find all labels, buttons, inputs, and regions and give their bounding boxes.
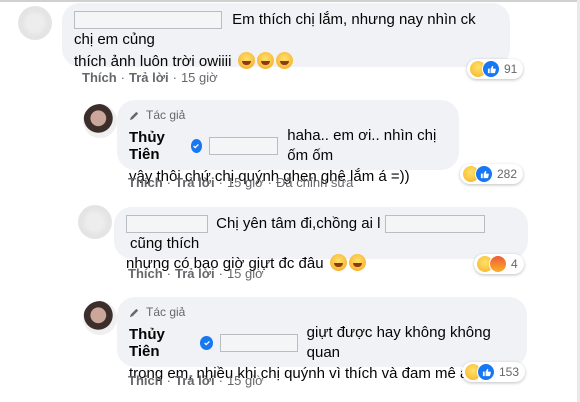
like-icon [475,165,493,183]
reply-actions: Thích · Trả lời · 15 giờ [128,373,264,388]
like-button[interactable]: Thích [128,175,163,190]
like-button[interactable]: Thích [82,70,117,85]
reply-button[interactable]: Trả lời [175,373,215,388]
reaction-summary[interactable]: 282 [460,164,524,184]
pen-icon [129,111,139,120]
redacted-mention [220,334,298,352]
timestamp[interactable]: 15 giờ [227,266,264,281]
grinning-emoji-icon [275,52,293,69]
reaction-count: 91 [504,62,518,76]
reaction-count: 282 [497,167,518,181]
comment-bubble: Em thích chị lắm, nhưng nay nhìn ck chị … [62,3,510,70]
reply-bubble: Chị yên tâm đi,chồng ai l cũng thích như… [114,207,528,272]
like-icon [482,60,500,78]
pen-icon [129,308,139,317]
comment-actions: Thích · Trả lời · 15 giờ [82,70,218,85]
author-avatar[interactable] [83,104,117,138]
verified-badge-icon [200,336,214,350]
timestamp[interactable]: 15 giờ [227,175,264,190]
like-button[interactable]: Thích [128,373,163,388]
reaction-summary[interactable]: 153 [462,362,526,382]
grinning-emoji-icon [237,52,255,69]
reply-bubble: Tác giả Thủy Tiên giựt được hay không kh… [117,297,527,382]
like-icon [477,363,495,381]
rolling-laugh-emoji-icon [329,254,347,271]
author-name[interactable]: Thủy Tiên [129,129,186,163]
verified-badge-icon [190,139,202,153]
redacted-name [126,215,208,234]
timestamp[interactable]: 15 giờ [227,373,264,388]
reaction-summary[interactable]: 4 [474,254,524,274]
angry-icon [489,255,507,273]
reply-text: Chị yên tâm đi,chồng ai l [216,215,381,232]
reply-button[interactable]: Trả lời [129,70,169,85]
reaction-count: 153 [499,365,520,379]
reply-actions: Thích · Trả lời · 15 giờ · Đã chỉnh sửa [128,175,354,190]
reply-bubble: Tác giả Thủy Tiên haha.. em ơi.. nhìn ch… [117,100,459,185]
author-avatar[interactable] [83,301,117,335]
reply-button[interactable]: Trả lời [175,175,215,190]
timestamp[interactable]: 15 giờ [181,70,218,85]
rolling-laugh-emoji-icon [348,254,366,271]
reply-text: giựt được hay không không quan [306,324,491,361]
author-badge: Tác giả [129,304,515,320]
redacted-name [384,215,485,234]
reply-button[interactable]: Trả lời [175,266,215,281]
comment-text-cont: thích ảnh luôn trời owiiii [74,53,232,70]
reaction-summary[interactable]: 91 [467,59,524,79]
reply-text: haha.. em ơi.. nhìn chị ốm ốm [287,127,437,164]
redacted-name [74,11,222,30]
commenter-avatar[interactable] [18,6,52,40]
grinning-emoji-icon [256,52,274,69]
redacted-mention [208,137,279,155]
reply-text: cũng thích [130,235,200,252]
reply-actions: Thích · Trả lời · 15 giờ [128,266,264,281]
commenter-avatar[interactable] [78,205,112,239]
edited-label[interactable]: Đã chỉnh sửa [276,175,353,190]
author-name[interactable]: Thủy Tiên [129,326,195,360]
author-badge: Tác giả [129,107,447,123]
reaction-count: 4 [511,257,518,271]
like-button[interactable]: Thích [128,266,163,281]
window-top-border [0,0,580,2]
